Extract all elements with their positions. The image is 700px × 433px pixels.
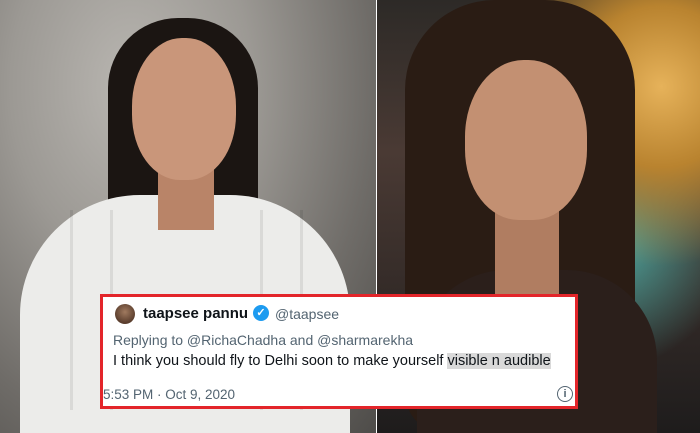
display-name[interactable]: taapsee pannu — [143, 305, 248, 322]
user-handle[interactable]: @taapsee — [275, 306, 339, 322]
tweet-text: I think you should fly to Delhi soon to … — [113, 353, 551, 369]
tweet-card: taapsee pannu ✓ @taapsee Replying to @Ri… — [100, 294, 578, 409]
info-icon[interactable]: i — [557, 386, 573, 402]
reply-context: Replying to @RichaChadha and @sharmarekh… — [113, 332, 414, 348]
tweet-timestamp[interactable]: 5:53 PM · Oct 9, 2020 — [103, 387, 235, 402]
right-person-face — [465, 60, 587, 220]
verified-badge-icon: ✓ — [253, 305, 269, 321]
left-person-face — [132, 38, 236, 180]
tweet-text-highlight: visible n audible — [447, 353, 551, 369]
dress-fold — [70, 210, 73, 410]
avatar[interactable] — [115, 304, 135, 324]
tweet-text-main: I think you should fly to Delhi soon to … — [113, 353, 448, 369]
